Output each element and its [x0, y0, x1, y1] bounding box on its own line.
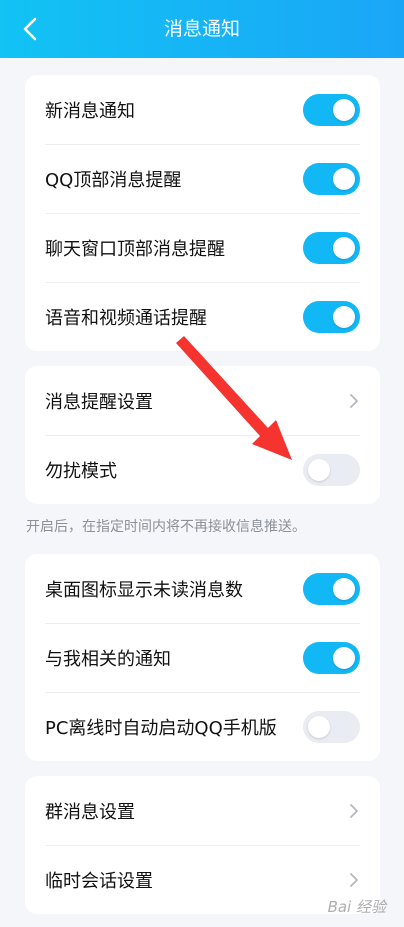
chevron-right-icon: [350, 872, 358, 887]
page-title: 消息通知: [163, 18, 240, 40]
setting-label: 临时会话设置: [45, 870, 153, 892]
toggle-knob: [333, 577, 355, 600]
setting-label: 消息提醒设置: [45, 391, 153, 413]
chevron-right-icon: [350, 803, 358, 818]
setting-label: 群消息设置: [45, 801, 135, 823]
toggle-knob: [333, 305, 355, 328]
setting-label: 聊天窗口顶部消息提醒: [45, 238, 225, 260]
setting-label: 与我相关的通知: [45, 648, 171, 670]
setting-group-messages[interactable]: 群消息设置: [25, 776, 380, 845]
setting-label: 新消息通知: [45, 100, 135, 122]
toggle-knob: [308, 715, 330, 738]
top-bar: 消息通知: [0, 0, 404, 58]
card-general-notifications: 新消息通知 QQ顶部消息提醒 聊天窗口顶部消息提醒 语音和视频通话提醒: [25, 75, 380, 351]
toggle-knob: [333, 98, 355, 121]
setting-chat-window-top-reminder[interactable]: 聊天窗口顶部消息提醒: [25, 213, 380, 282]
setting-label: 桌面图标显示未读消息数: [45, 579, 243, 601]
do-not-disturb-toggle[interactable]: [303, 453, 360, 486]
qq-top-reminder-toggle[interactable]: [303, 162, 360, 195]
related-notifications-toggle[interactable]: [303, 641, 360, 674]
toggle-knob: [333, 167, 355, 190]
setting-label: QQ顶部消息提醒: [45, 169, 182, 191]
dnd-hint-text: 开启后，在指定时间内将不再接收信息推送。: [26, 519, 306, 535]
chat-window-top-reminder-toggle[interactable]: [303, 231, 360, 264]
setting-label: PC离线时自动启动QQ手机版: [45, 717, 277, 739]
setting-related-notifications[interactable]: 与我相关的通知: [25, 623, 380, 692]
setting-qq-top-reminder[interactable]: QQ顶部消息提醒: [25, 144, 380, 213]
toggle-knob: [333, 646, 355, 669]
setting-desktop-badge[interactable]: 桌面图标显示未读消息数: [25, 554, 380, 623]
setting-new-message[interactable]: 新消息通知: [25, 75, 380, 144]
setting-do-not-disturb[interactable]: 勿扰模式: [25, 435, 380, 504]
setting-call-reminder[interactable]: 语音和视频通话提醒: [25, 282, 380, 351]
setting-pc-offline-autostart[interactable]: PC离线时自动启动QQ手机版: [25, 692, 380, 761]
pc-offline-autostart-toggle[interactable]: [303, 710, 360, 743]
toggle-knob: [333, 236, 355, 259]
toggle-knob: [308, 458, 330, 481]
chevron-right-icon: [350, 393, 358, 408]
call-reminder-toggle[interactable]: [303, 300, 360, 333]
card-group-chat-settings: 群消息设置 临时会话设置: [25, 776, 380, 914]
watermark-logo: Bai 经验: [327, 898, 386, 916]
setting-label: 语音和视频通话提醒: [45, 307, 207, 329]
card-reminder-dnd: 消息提醒设置 勿扰模式: [25, 366, 380, 504]
new-message-toggle[interactable]: [303, 93, 360, 126]
desktop-badge-toggle[interactable]: [303, 572, 360, 605]
setting-reminder-settings[interactable]: 消息提醒设置: [25, 366, 380, 435]
setting-label: 勿扰模式: [45, 460, 117, 482]
card-badge-notifications: 桌面图标显示未读消息数 与我相关的通知 PC离线时自动启动QQ手机版: [25, 554, 380, 761]
